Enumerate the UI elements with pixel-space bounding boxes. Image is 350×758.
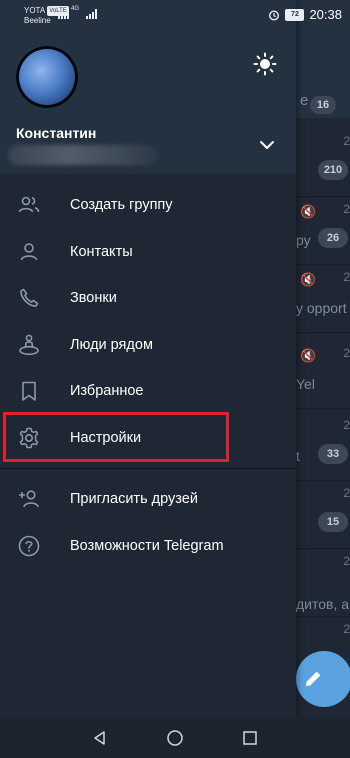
signal-icon: [86, 9, 97, 19]
unread-badge: 33: [318, 444, 348, 464]
chat-time: 2: [343, 622, 350, 636]
people-nearby-icon: [17, 333, 41, 357]
chat-row[interactable]: 2 t 33: [296, 412, 350, 481]
menu-item-calls[interactable]: Звонки: [0, 275, 296, 322]
menu-item-label: Возможности Telegram: [70, 537, 224, 554]
menu-item-label: Пригласить друзей: [70, 491, 198, 508]
archive-label: е: [300, 92, 309, 109]
drawer-menu: Создать группу Контакты Звонки Люди рядо…: [0, 182, 296, 461]
alarm-icon: [269, 9, 280, 21]
menu-item-label: Создать группу: [70, 197, 173, 214]
system-nav-bar: [0, 718, 350, 758]
chat-snippet: y opport: [296, 300, 347, 316]
back-icon[interactable]: [90, 728, 110, 748]
unread-badge: 210: [318, 160, 348, 180]
unread-badge: 15: [318, 512, 348, 532]
unread-badge: 26: [318, 228, 348, 248]
menu-item-contacts[interactable]: Контакты: [0, 229, 296, 276]
chat-row[interactable]: 2 15: [296, 480, 350, 549]
recents-icon[interactable]: [240, 728, 260, 748]
chat-row[interactable]: 🔇 2 Yel: [296, 340, 350, 409]
menu-item-label: Люди рядом: [70, 336, 153, 353]
muted-icon: 🔇: [300, 204, 317, 219]
menu-item-settings[interactable]: Настройки: [0, 415, 296, 462]
status-bar: YOTA VoLTE 4G Beeline 72 20:38: [0, 0, 350, 30]
chat-time: 2: [343, 134, 350, 148]
menu-divider: [0, 468, 296, 469]
menu-item-label: Настройки: [70, 429, 142, 446]
battery-icon: 72: [285, 8, 305, 21]
muted-icon: 🔇: [300, 272, 317, 287]
chat-snippet: ру: [296, 232, 311, 248]
phone-number-blurred: [8, 145, 158, 165]
menu-item-saved-messages[interactable]: Избранное: [0, 368, 296, 415]
pencil-icon: [305, 671, 321, 687]
chat-time: 2: [343, 418, 350, 432]
menu-item-telegram-features[interactable]: Возможности Telegram: [0, 523, 296, 570]
person-icon: [17, 240, 41, 264]
phone-icon: [17, 286, 41, 310]
navigation-drawer: Константин Создать группу Контакты Звонк…: [0, 0, 296, 718]
chevron-down-icon[interactable]: [258, 138, 276, 152]
chat-snippet: t: [296, 448, 300, 464]
chat-time: 2: [343, 202, 350, 216]
menu-item-label: Звонки: [70, 290, 117, 307]
group-icon: [17, 193, 41, 217]
bookmark-icon: [17, 379, 41, 403]
menu-item-label: Избранное: [70, 383, 144, 400]
status-right: 72 20:38: [268, 7, 342, 22]
carrier-name-1: YOTA: [24, 6, 46, 15]
carrier-name-2: Beeline: [24, 16, 51, 25]
user-name: Константин: [16, 125, 97, 141]
muted-icon: 🔇: [300, 348, 317, 363]
chat-time: 2: [343, 270, 350, 284]
chat-row[interactable]: 2 210: [296, 128, 350, 197]
telegram-screen: е 16 2 210 🔇 2 ру 26 🔇 2 y opport 🔇 2 Ye…: [0, 0, 350, 758]
archive-count-badge: 16: [310, 96, 336, 114]
add-person-icon: [17, 487, 41, 511]
avatar[interactable]: [16, 46, 78, 108]
signal-icon: [58, 9, 69, 19]
chat-time: 2: [343, 486, 350, 500]
clock: 20:38: [309, 7, 342, 22]
gear-icon: [17, 426, 41, 450]
menu-item-new-group[interactable]: Создать группу: [0, 182, 296, 229]
compose-fab[interactable]: [296, 651, 350, 707]
sun-icon[interactable]: [253, 52, 277, 76]
help-icon: [17, 534, 41, 558]
menu-item-invite-friends[interactable]: Пригласить друзей: [0, 476, 296, 523]
chat-row[interactable]: 🔇 2 ру 26: [296, 196, 350, 265]
menu-item-label: Контакты: [70, 243, 133, 260]
network-type: 4G: [71, 6, 80, 12]
chat-snippet: дитов, а: [296, 596, 350, 612]
chat-row[interactable]: 🔇 2 y opport: [296, 264, 350, 333]
menu-item-people-nearby[interactable]: Люди рядом: [0, 322, 296, 369]
home-icon[interactable]: [165, 728, 185, 748]
chat-time: 2: [343, 346, 350, 360]
drawer-secondary-menu: Пригласить друзей Возможности Telegram: [0, 476, 296, 569]
chat-snippet: Yel: [296, 376, 315, 392]
